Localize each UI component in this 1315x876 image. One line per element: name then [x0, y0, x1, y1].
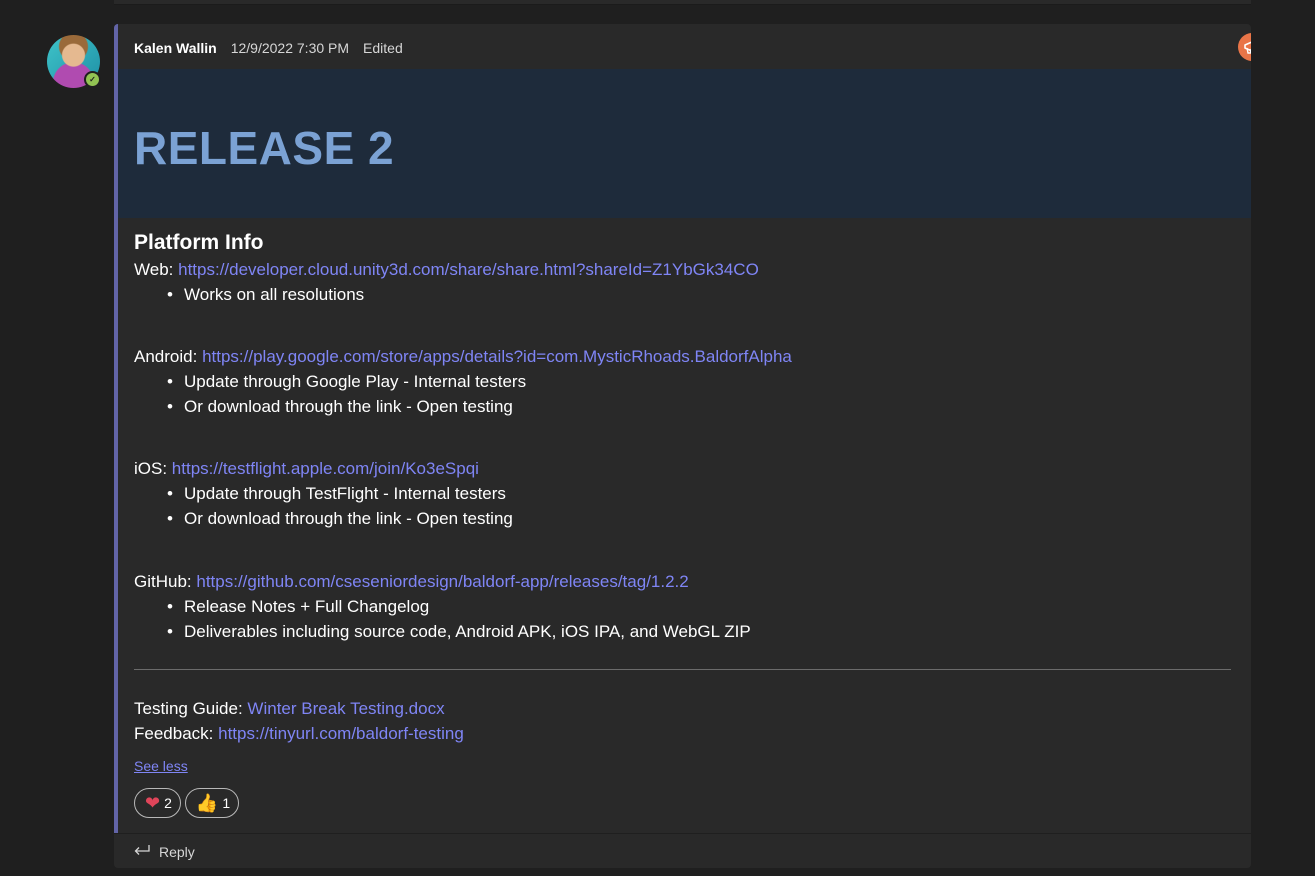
message-body: Platform Info Web: https://developer.clo… — [134, 229, 1231, 818]
author-name[interactable]: Kalen Wallin — [134, 40, 217, 56]
heart-reaction-button[interactable]: ❤ 2 — [134, 788, 181, 818]
feedback-line: Feedback: https://tinyurl.com/baldorf-te… — [134, 721, 1231, 746]
list-item: Update through Google Play - Internal te… — [167, 369, 1231, 394]
reaction-count: 2 — [164, 794, 172, 811]
message-header: Kalen Wallin 12/9/2022 7:30 PM Edited — [134, 40, 403, 56]
github-link[interactable]: https://github.com/cseseniordesign/baldo… — [196, 572, 688, 591]
heart-icon: ❤ — [145, 793, 161, 813]
list-item: Works on all resolutions — [167, 282, 1231, 307]
thumbs-up-icon: 👍 — [195, 793, 219, 813]
see-less-link[interactable]: See less — [134, 754, 188, 779]
reply-button[interactable]: Reply — [133, 843, 195, 860]
feedback-link[interactable]: https://tinyurl.com/baldorf-testing — [218, 724, 464, 743]
github-line: GitHub: https://github.com/cseseniordesi… — [134, 569, 1231, 594]
announcement-megaphone-icon — [1238, 33, 1251, 61]
ios-label: iOS: — [134, 459, 168, 478]
avatar[interactable]: ✓ — [47, 35, 101, 88]
testing-guide-label: Testing Guide: — [134, 699, 243, 718]
section-title: Platform Info — [134, 231, 264, 254]
reaction-count: 1 — [222, 794, 231, 811]
thumbs-up-reaction-button[interactable]: 👍 1 — [184, 788, 240, 818]
divider — [134, 669, 1231, 670]
list-item: Release Notes + Full Changelog — [167, 594, 1231, 619]
android-line: Android: https://play.google.com/store/a… — [134, 344, 1231, 369]
android-link[interactable]: https://play.google.com/store/apps/detai… — [202, 347, 792, 366]
message-card: Kalen Wallin 12/9/2022 7:30 PM Edited RE… — [114, 24, 1251, 868]
ios-line: iOS: https://testflight.apple.com/join/K… — [134, 456, 1231, 481]
list-item: Or download through the link - Open test… — [167, 506, 1231, 531]
android-bullets: Update through Google Play - Internal te… — [134, 369, 1231, 419]
reply-label: Reply — [159, 843, 195, 860]
banner-title: RELEASE 2 — [134, 122, 395, 174]
announcement-banner: RELEASE 2 — [118, 69, 1251, 218]
github-label: GitHub: — [134, 572, 192, 591]
android-label: Android: — [134, 347, 198, 366]
reactions-bar: ❤ 2 👍 1 — [134, 788, 1231, 818]
feedback-label: Feedback: — [134, 724, 214, 743]
reply-bar: Reply — [114, 833, 1251, 868]
web-label: Web: — [134, 260, 174, 279]
list-item: Deliverables including source code, Andr… — [167, 619, 1231, 644]
ios-link[interactable]: https://testflight.apple.com/join/Ko3eSp… — [172, 459, 479, 478]
ios-bullets: Update through TestFlight - Internal tes… — [134, 481, 1231, 531]
timestamp: 12/9/2022 7:30 PM — [230, 40, 350, 56]
presence-available-icon: ✓ — [84, 71, 101, 88]
reply-arrow-icon — [133, 843, 151, 860]
list-item: Or download through the link - Open test… — [167, 394, 1231, 419]
github-bullets: Release Notes + Full Changelog Deliverab… — [134, 594, 1231, 644]
testing-guide-line: Testing Guide: Winter Break Testing.docx — [134, 696, 1231, 721]
web-link[interactable]: https://developer.cloud.unity3d.com/shar… — [178, 260, 759, 279]
previous-message-card — [114, 0, 1251, 5]
web-line: Web: https://developer.cloud.unity3d.com… — [134, 257, 1231, 282]
edited-label: Edited — [363, 40, 403, 56]
testing-guide-link[interactable]: Winter Break Testing.docx — [247, 699, 444, 718]
list-item: Update through TestFlight - Internal tes… — [167, 481, 1231, 506]
web-bullets: Works on all resolutions — [134, 282, 1231, 307]
